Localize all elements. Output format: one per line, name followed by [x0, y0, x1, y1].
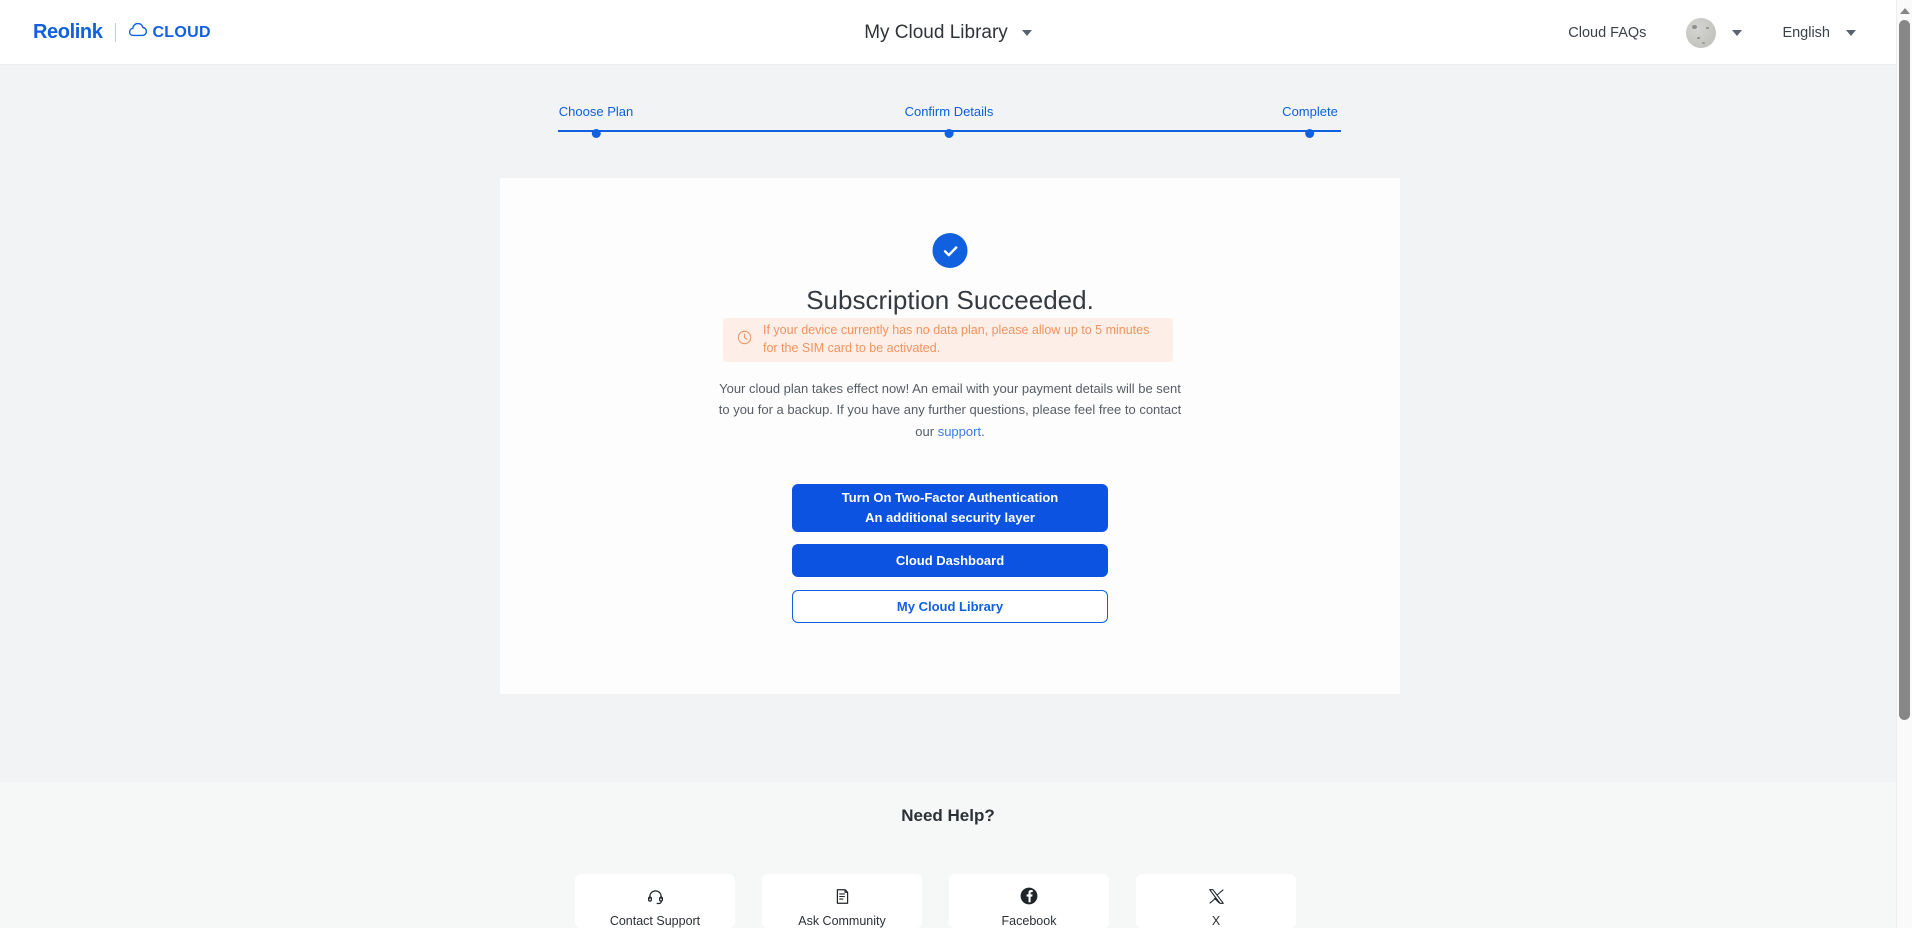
- help-card-facebook[interactable]: Facebook: [949, 874, 1109, 928]
- cloud-icon: [129, 22, 148, 42]
- check-circle-icon: [932, 233, 968, 268]
- checkout-stepper: Choose Plan Confirm Details Complete: [558, 104, 1341, 144]
- button-line-2: An additional security layer: [865, 510, 1035, 525]
- support-link[interactable]: support: [938, 424, 981, 439]
- x-twitter-icon: [1208, 886, 1225, 906]
- cloud-text: CLOUD: [152, 23, 211, 41]
- confirmation-body-text: Your cloud plan takes effect now! An ema…: [715, 378, 1185, 442]
- help-card-x[interactable]: X: [1136, 874, 1296, 928]
- button-label: My Cloud Library: [896, 599, 1004, 614]
- help-card-contact-support[interactable]: Contact Support: [575, 874, 735, 928]
- language-label: English: [1782, 24, 1830, 41]
- cloud-product-label: CLOUD: [129, 22, 211, 42]
- need-help-heading: Need Help?: [901, 806, 995, 825]
- button-line-1: Turn On Two-Factor Authentication: [841, 490, 1059, 506]
- avatar[interactable]: [1686, 17, 1717, 48]
- stepper-step-dot: [944, 129, 954, 138]
- cloud-dashboard-button[interactable]: Cloud Dashboard: [792, 544, 1108, 577]
- help-card-ask-community[interactable]: Ask Community: [762, 874, 922, 928]
- help-card-label: Facebook: [1001, 914, 1057, 928]
- language-selector[interactable]: English: [1782, 25, 1856, 41]
- stepper-step-label: Complete: [1282, 104, 1338, 119]
- page-title[interactable]: My Cloud Library: [864, 22, 1008, 44]
- sim-activation-warning: If your device currently has no data pla…: [723, 318, 1173, 362]
- stepper-step-complete[interactable]: Complete: [1282, 104, 1338, 138]
- help-card-label: X: [1211, 914, 1221, 928]
- help-card-label: Ask Community: [798, 914, 886, 928]
- account-menu[interactable]: [1686, 17, 1743, 48]
- headset-icon: [647, 886, 664, 906]
- stepper-step-label: Confirm Details: [904, 104, 994, 119]
- warning-text: If your device currently has no data pla…: [763, 323, 1150, 355]
- cloud-faqs-link[interactable]: Cloud FAQs: [1568, 25, 1646, 41]
- subscription-result-card: Subscription Succeeded. If your device c…: [500, 178, 1400, 694]
- clock-icon: [737, 330, 752, 350]
- chevron-down-icon[interactable]: [1732, 29, 1743, 36]
- brand-logo-group[interactable]: Reolink CLOUD: [33, 0, 211, 65]
- stepper-step-dot: [1305, 129, 1315, 138]
- help-card-list: Contact Support Ask Community Facebook X: [575, 874, 1296, 928]
- stepper-step-label: Choose Plan: [558, 104, 634, 119]
- stepper-step-dot: [591, 129, 601, 138]
- top-header: Reolink CLOUD My Cloud Library Cloud FAQ…: [0, 0, 1896, 65]
- document-icon: [834, 886, 851, 906]
- my-cloud-library-button[interactable]: My Cloud Library: [792, 590, 1108, 623]
- turn-on-two-factor-authentication-button[interactable]: Turn On Two-Factor Authentication An add…: [792, 484, 1108, 532]
- stepper-step-choose-plan[interactable]: Choose Plan: [559, 104, 633, 138]
- page-heading: Subscription Succeeded.: [806, 285, 1094, 315]
- body-text-part-2: .: [981, 423, 985, 439]
- scroll-up-arrow-icon[interactable]: [1897, 4, 1912, 18]
- brand-divider: [115, 23, 117, 42]
- button-label: Cloud Dashboard: [895, 553, 1005, 568]
- page-scrollbar[interactable]: [1896, 0, 1912, 928]
- stepper-step-confirm-details[interactable]: Confirm Details: [904, 104, 994, 138]
- reolink-wordmark: Reolink: [33, 21, 103, 43]
- scrollbar-thumb[interactable]: [1899, 20, 1910, 720]
- chevron-down-icon[interactable]: [1846, 29, 1856, 36]
- facebook-icon: [1020, 886, 1038, 906]
- header-right-group: Cloud FAQs English: [1568, 0, 1856, 65]
- help-card-label: Contact Support: [609, 914, 701, 928]
- chevron-down-icon[interactable]: [1021, 29, 1032, 36]
